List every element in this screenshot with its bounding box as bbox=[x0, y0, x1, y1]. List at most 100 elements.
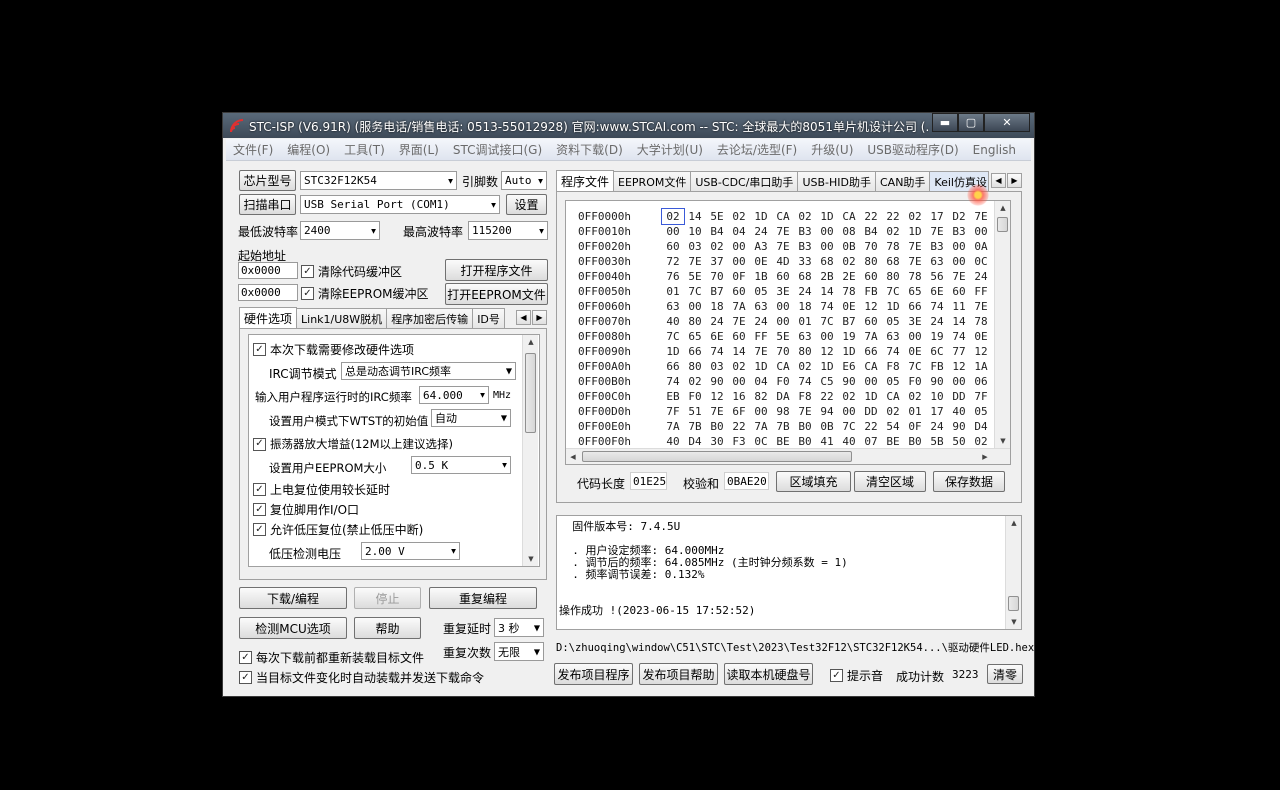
hex-byte[interactable]: 74 bbox=[882, 344, 904, 359]
tab-encrypted-transfer[interactable]: 程序加密后传输 bbox=[386, 308, 474, 328]
read-disk-id-button[interactable]: 读取本机硬盘号 bbox=[724, 663, 813, 685]
hex-byte[interactable]: 22 bbox=[860, 209, 882, 224]
menu-usb-driver[interactable]: USB驱动程序(D) bbox=[860, 141, 965, 158]
chip-model-button[interactable]: 芯片型号 bbox=[239, 170, 296, 191]
hex-byte[interactable]: 33 bbox=[794, 254, 816, 269]
hex-byte[interactable]: 12 bbox=[860, 299, 882, 314]
hex-byte[interactable]: 74 bbox=[948, 329, 970, 344]
hex-byte[interactable]: 3E bbox=[772, 284, 794, 299]
menu-forum[interactable]: 去论坛/选型(F) bbox=[710, 141, 804, 158]
clear-area-button[interactable]: 清空区域 bbox=[854, 471, 926, 492]
hex-byte[interactable]: 60 bbox=[772, 269, 794, 284]
hex-byte[interactable]: 00 bbox=[728, 374, 750, 389]
hex-byte[interactable]: 2B bbox=[816, 269, 838, 284]
reload-before-download-checkbox[interactable]: ✓ 每次下载前都重新装载目标文件 bbox=[239, 649, 424, 666]
hex-byte[interactable]: 7F bbox=[662, 404, 684, 419]
hex-byte[interactable]: 70 bbox=[860, 239, 882, 254]
scroll-up-icon[interactable]: ▲ bbox=[523, 335, 539, 349]
hex-byte[interactable]: 03 bbox=[684, 239, 706, 254]
clear-eeprom-buffer-checkbox[interactable]: ✓ 清除EEPROM缓冲区 bbox=[301, 285, 429, 302]
hex-byte[interactable]: 40 bbox=[948, 404, 970, 419]
hex-byte[interactable]: 78 bbox=[838, 284, 860, 299]
eeprom-start-address-input[interactable]: 0x0000 bbox=[238, 284, 298, 301]
hex-byte[interactable]: 60 bbox=[662, 239, 684, 254]
hex-byte[interactable]: F0 bbox=[904, 374, 926, 389]
hex-byte[interactable]: 1D bbox=[816, 209, 838, 224]
hex-byte[interactable]: DD bbox=[948, 389, 970, 404]
hex-byte[interactable]: 78 bbox=[970, 314, 992, 329]
hex-byte[interactable]: 02 bbox=[882, 404, 904, 419]
stop-button[interactable]: 停止 bbox=[354, 587, 421, 609]
hex-byte[interactable]: 66 bbox=[860, 344, 882, 359]
auto-send-checkbox[interactable]: ✓ 当目标文件变化时自动装载并发送下载命令 bbox=[239, 669, 484, 686]
log-output[interactable]: 固件版本号: 7.4.5U . 用户设定频率: 64.000MHz . 调节后的… bbox=[556, 515, 1022, 630]
hex-byte[interactable]: 66 bbox=[904, 299, 926, 314]
hex-byte[interactable]: 11 bbox=[948, 299, 970, 314]
open-eeprom-file-button[interactable]: 打开EEPROM文件 bbox=[445, 283, 548, 305]
hex-byte[interactable]: 80 bbox=[684, 359, 706, 374]
hex-byte[interactable]: 14 bbox=[948, 314, 970, 329]
hex-byte[interactable]: 6E bbox=[926, 284, 948, 299]
hex-byte[interactable]: 05 bbox=[970, 404, 992, 419]
hex-byte[interactable]: 7E bbox=[970, 209, 992, 224]
scroll-thumb[interactable] bbox=[582, 451, 852, 462]
hex-byte[interactable]: 00 bbox=[772, 314, 794, 329]
hex-byte[interactable]: 0E bbox=[904, 344, 926, 359]
title-bar[interactable]: STC-ISP (V6.91R) (服务电话/销售电话: 0513-550129… bbox=[223, 113, 1034, 138]
hex-byte[interactable]: 76 bbox=[662, 269, 684, 284]
hex-byte[interactable]: 18 bbox=[706, 299, 728, 314]
hex-byte[interactable]: 07 bbox=[860, 434, 882, 449]
hex-byte[interactable]: 03 bbox=[706, 359, 728, 374]
publish-project-help-button[interactable]: 发布项目帮助 bbox=[639, 663, 718, 685]
hex-byte[interactable]: D4 bbox=[684, 434, 706, 449]
tab-link1-offline[interactable]: Link1/U8W脱机 bbox=[296, 308, 388, 328]
hex-byte[interactable]: 7A bbox=[728, 299, 750, 314]
hex-byte[interactable]: 12 bbox=[816, 344, 838, 359]
hex-byte[interactable]: 2E bbox=[838, 269, 860, 284]
tab-eeprom-file[interactable]: EEPROM文件 bbox=[613, 171, 692, 191]
tab-id-number[interactable]: ID号 bbox=[472, 308, 505, 328]
hex-byte[interactable]: 24 bbox=[706, 314, 728, 329]
hex-byte[interactable]: 74 bbox=[794, 374, 816, 389]
tab-program-file[interactable]: 程序文件 bbox=[556, 170, 615, 191]
hex-byte[interactable]: B0 bbox=[794, 419, 816, 434]
hex-byte[interactable]: 1A bbox=[970, 359, 992, 374]
hex-byte[interactable]: 12 bbox=[948, 359, 970, 374]
hex-byte[interactable]: 90 bbox=[926, 374, 948, 389]
hex-byte[interactable]: F8 bbox=[882, 359, 904, 374]
scroll-thumb[interactable] bbox=[997, 217, 1008, 232]
low-voltage-reset-checkbox[interactable]: ✓ 允许低压复位(禁止低压中断) bbox=[253, 521, 423, 538]
hex-byte[interactable]: 02 bbox=[794, 209, 816, 224]
menu-downloads[interactable]: 资料下载(D) bbox=[549, 141, 630, 158]
max-baud-select[interactable]: 115200 ▼ bbox=[468, 221, 548, 240]
hex-byte[interactable]: B0 bbox=[794, 434, 816, 449]
hex-byte[interactable]: 30 bbox=[706, 434, 728, 449]
hex-byte[interactable]: 5B bbox=[926, 434, 948, 449]
scan-port-button[interactable]: 扫描串口 bbox=[239, 194, 296, 215]
menu-english[interactable]: English bbox=[966, 143, 1023, 157]
hex-byte[interactable]: 6C bbox=[926, 344, 948, 359]
hex-byte[interactable]: 00 bbox=[728, 239, 750, 254]
hex-byte[interactable]: B3 bbox=[948, 224, 970, 239]
hex-horizontal-scrollbar[interactable]: ◀ ▶ bbox=[566, 448, 1010, 464]
hex-byte[interactable]: 05 bbox=[750, 284, 772, 299]
hex-byte[interactable]: D2 bbox=[948, 209, 970, 224]
hex-byte[interactable]: 12 bbox=[706, 389, 728, 404]
scroll-thumb[interactable] bbox=[1008, 596, 1019, 611]
tab-scroll-right-icon[interactable]: ▶ bbox=[1007, 173, 1022, 188]
hex-byte[interactable]: 56 bbox=[926, 269, 948, 284]
hex-byte[interactable]: 7E bbox=[904, 239, 926, 254]
repeat-delay-select[interactable]: 3 秒 ▼ bbox=[494, 618, 544, 637]
hex-byte[interactable]: 63 bbox=[794, 329, 816, 344]
hex-byte[interactable]: 02 bbox=[904, 389, 926, 404]
hex-byte[interactable]: C5 bbox=[816, 374, 838, 389]
hex-byte[interactable]: FB bbox=[926, 359, 948, 374]
tab-usb-hid[interactable]: USB-HID助手 bbox=[797, 171, 876, 191]
hex-byte[interactable]: 80 bbox=[794, 344, 816, 359]
hex-byte[interactable]: 0B bbox=[816, 419, 838, 434]
hex-byte[interactable]: 7A bbox=[662, 419, 684, 434]
hex-byte[interactable]: CA bbox=[860, 359, 882, 374]
hex-byte[interactable]: 94 bbox=[816, 404, 838, 419]
hex-byte[interactable]: 22 bbox=[728, 419, 750, 434]
hex-byte[interactable]: 7E bbox=[948, 269, 970, 284]
